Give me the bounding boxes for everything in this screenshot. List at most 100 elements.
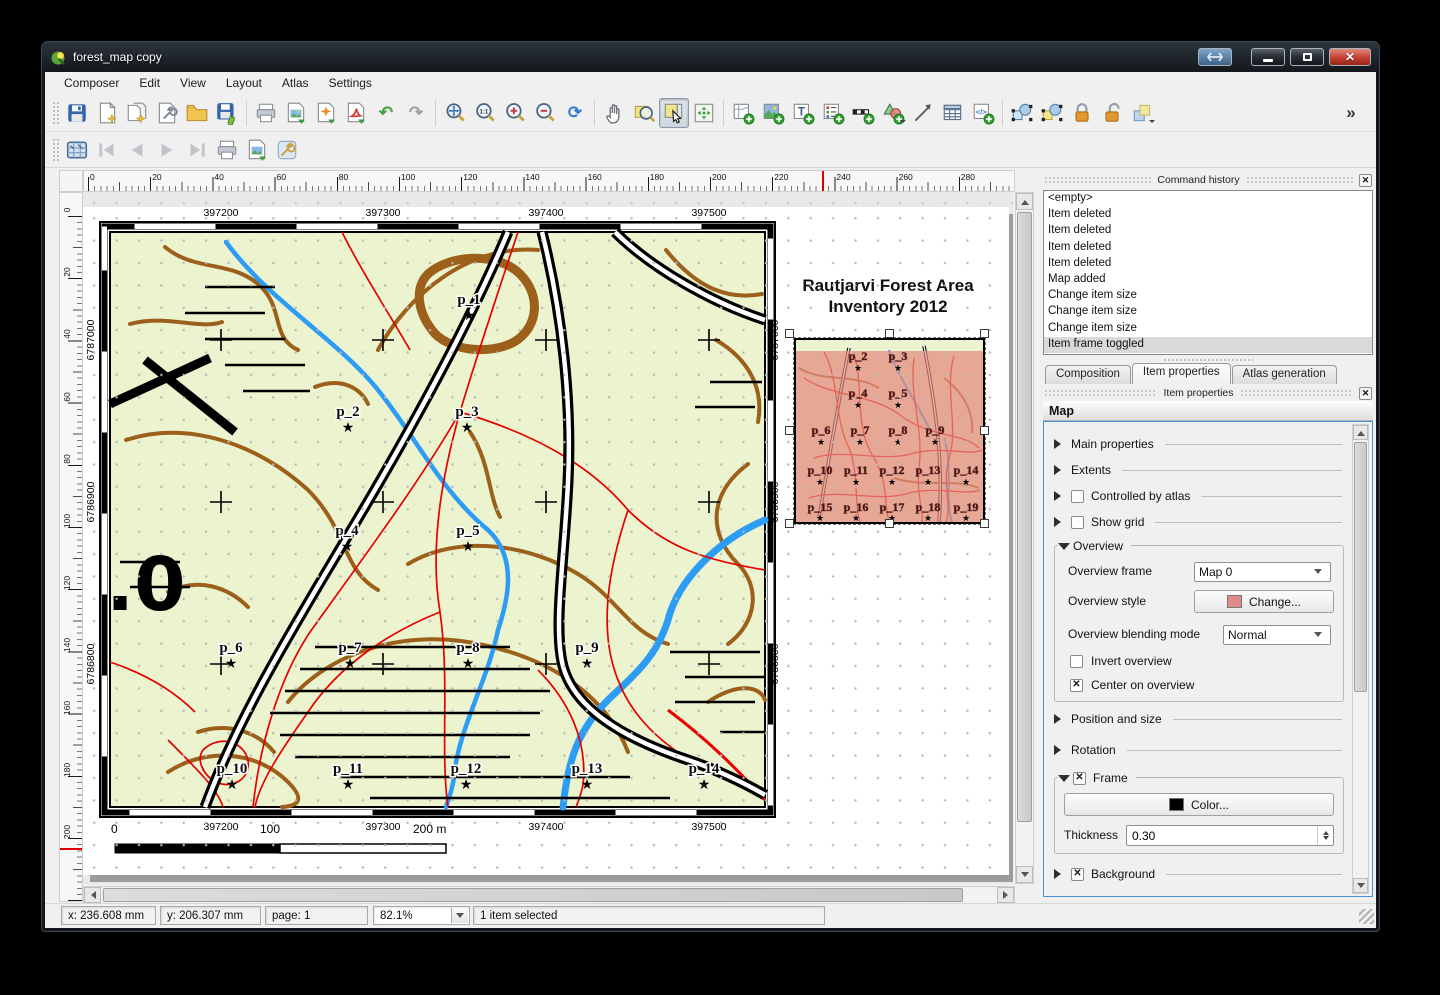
keep-on-top-button[interactable]	[1198, 48, 1232, 66]
close-panel-button[interactable]: ✕	[1359, 174, 1372, 187]
tab-atlas-generation[interactable]: Atlas generation	[1232, 365, 1337, 384]
selection-handle-sw[interactable]	[785, 519, 794, 528]
next-feature-button[interactable]	[152, 135, 182, 165]
add-arrow-button[interactable]	[908, 98, 938, 128]
invert-overview-row[interactable]: Invert overview	[1070, 654, 1172, 668]
item-properties-titlebar[interactable]: Item properties ✕	[1041, 385, 1375, 401]
selection-handle-se[interactable]	[980, 519, 989, 528]
history-item[interactable]: Map added	[1044, 272, 1372, 288]
selection-handle-nw[interactable]	[785, 329, 794, 338]
invert-overview-checkbox[interactable]	[1070, 655, 1083, 668]
unlock-items-button[interactable]	[1097, 98, 1127, 128]
history-item[interactable]: Item deleted	[1044, 240, 1372, 256]
add-image-button[interactable]	[758, 98, 788, 128]
move-item-content-button[interactable]	[689, 98, 719, 128]
composer-manager-button[interactable]	[152, 98, 182, 128]
last-feature-button[interactable]	[182, 135, 212, 165]
print-button[interactable]	[251, 98, 281, 128]
history-item[interactable]: Item deleted	[1044, 256, 1372, 272]
spin-buttons[interactable]	[1317, 826, 1333, 845]
canvas-horizontal-scrollbar[interactable]	[83, 886, 1015, 904]
menu-composer[interactable]: Composer	[55, 74, 128, 92]
raise-items-button[interactable]	[1127, 98, 1157, 128]
section-main-properties[interactable]: Main properties	[1054, 435, 1342, 453]
panel-scrollbar[interactable]	[1352, 424, 1369, 894]
history-item[interactable]: Item deleted	[1044, 223, 1372, 239]
save-project-button[interactable]	[62, 98, 92, 128]
duplicate-composition-button[interactable]	[122, 98, 152, 128]
load-from-template-button[interactable]	[182, 98, 212, 128]
save-as-template-button[interactable]	[212, 98, 242, 128]
print-atlas-button[interactable]	[212, 135, 242, 165]
previous-feature-button[interactable]	[122, 135, 152, 165]
history-item[interactable]: <empty>	[1044, 191, 1372, 207]
menu-settings[interactable]: Settings	[320, 74, 381, 92]
export-pdf-button[interactable]	[341, 98, 371, 128]
selection-handle-n[interactable]	[885, 329, 894, 338]
export-atlas-button[interactable]	[242, 135, 272, 165]
history-item[interactable]: Change item size	[1044, 288, 1372, 304]
first-feature-button[interactable]	[92, 135, 122, 165]
zoom-out-button[interactable]	[530, 98, 560, 128]
tab-composition[interactable]: Composition	[1045, 365, 1131, 384]
section-extents[interactable]: Extents	[1054, 461, 1342, 479]
section-overview[interactable]: Overview	[1058, 537, 1131, 555]
map-item[interactable]: .0 p_1★ p_2★ p_3★ p_4★ p_5★ p_6★ p_7★ p_…	[110, 232, 765, 807]
toolbar-grip[interactable]	[52, 138, 59, 162]
undo-button[interactable]: ↶	[371, 98, 401, 128]
window-resize-grip[interactable]	[1359, 909, 1374, 924]
pan-tool-button[interactable]	[599, 98, 629, 128]
section-position-and-size[interactable]: Position and size	[1054, 710, 1342, 728]
preview-atlas-button[interactable]	[62, 135, 92, 165]
center-on-overview-row[interactable]: ✕ Center on overview	[1070, 678, 1194, 692]
menu-edit[interactable]: Edit	[130, 74, 169, 92]
new-composition-button[interactable]	[92, 98, 122, 128]
composition-page[interactable]: .0 p_1★ p_2★ p_3★ p_4★ p_5★ p_6★ p_7★ p_…	[83, 207, 1009, 875]
add-label-button[interactable]: T	[788, 98, 818, 128]
thickness-spinbox[interactable]: 0.30	[1126, 825, 1334, 846]
selection-handle-s[interactable]	[885, 519, 894, 528]
command-history-titlebar[interactable]: Command history ✕	[1041, 172, 1375, 188]
minimize-button[interactable]	[1251, 48, 1285, 66]
overview-map-item[interactable]: p_2★ p_3★ p_4★ p_5★ p_6★ p_7★ p_8★ p_9★ …	[794, 338, 985, 524]
add-map-button[interactable]	[728, 98, 758, 128]
scalebar-item[interactable]: 0 100 200 m	[108, 819, 458, 861]
redo-button[interactable]: ↷	[401, 98, 431, 128]
composition-canvas[interactable]: .0 p_1★ p_2★ p_3★ p_4★ p_5★ p_6★ p_7★ p_…	[83, 192, 1013, 884]
selection-handle-w[interactable]	[785, 426, 794, 435]
show-grid-checkbox[interactable]	[1071, 516, 1084, 529]
refresh-view-button[interactable]: ⟳	[560, 98, 590, 128]
add-legend-button[interactable]	[818, 98, 848, 128]
overview-blending-combo[interactable]: Normal	[1223, 625, 1331, 645]
add-scalebar-button[interactable]	[848, 98, 878, 128]
history-item[interactable]: Change item size	[1044, 304, 1372, 320]
section-controlled-by-atlas[interactable]: Controlled by atlas	[1054, 487, 1342, 505]
export-image-button[interactable]	[281, 98, 311, 128]
zoom-actual-button[interactable]: 1:1	[470, 98, 500, 128]
frame-checkbox[interactable]: ✕	[1073, 772, 1086, 785]
dock-splitter[interactable]	[1043, 356, 1373, 363]
toolbar-overflow-button[interactable]: »	[1336, 98, 1366, 128]
zoom-full-button[interactable]	[440, 98, 470, 128]
history-item[interactable]: Item deleted	[1044, 207, 1372, 223]
overview-style-change-button[interactable]: Change...	[1194, 590, 1334, 613]
section-rotation[interactable]: Rotation	[1054, 741, 1342, 759]
background-checkbox[interactable]: ✕	[1071, 868, 1084, 881]
overview-frame-combo[interactable]: Map 0	[1194, 562, 1331, 582]
lock-items-button[interactable]	[1067, 98, 1097, 128]
maximize-button[interactable]	[1290, 48, 1324, 66]
toolbar-grip[interactable]	[52, 101, 59, 125]
zoom-in-button[interactable]	[500, 98, 530, 128]
status-zoom-combo[interactable]: 82.1%	[373, 906, 470, 925]
section-show-grid[interactable]: Show grid	[1054, 513, 1342, 531]
section-background[interactable]: ✕ Background	[1054, 865, 1342, 883]
add-html-button[interactable]: </>	[968, 98, 998, 128]
add-shape-button[interactable]	[878, 98, 908, 128]
controlled-by-atlas-checkbox[interactable]	[1071, 490, 1084, 503]
menu-layout[interactable]: Layout	[217, 74, 271, 92]
menu-view[interactable]: View	[171, 74, 215, 92]
center-on-overview-checkbox[interactable]: ✕	[1070, 679, 1083, 692]
select-all-button[interactable]	[1007, 98, 1037, 128]
add-attribute-table-button[interactable]	[938, 98, 968, 128]
title-bar[interactable]: forest_map copy ✕	[42, 42, 1379, 72]
